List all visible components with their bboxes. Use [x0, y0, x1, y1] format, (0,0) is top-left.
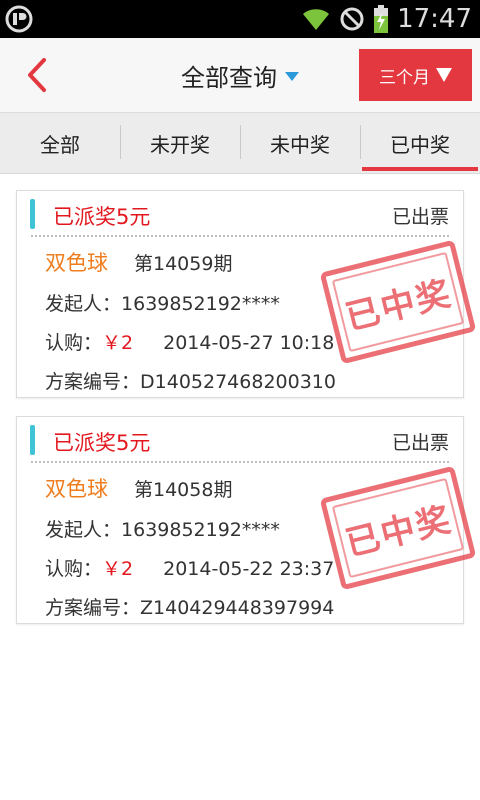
- award-status: 已派奖5元: [53, 431, 151, 455]
- divider: [31, 235, 449, 237]
- wifi-icon: [303, 9, 330, 31]
- notification-icon: [5, 5, 33, 33]
- initiator-label: 发起人：: [45, 293, 122, 315]
- ticket-status: 已出票: [391, 432, 449, 454]
- plan-number: Z140429448397994: [140, 597, 335, 619]
- purchase-label: 认购：: [45, 332, 103, 354]
- lottery-name: 双色球: [45, 477, 108, 501]
- tab-not-drawn[interactable]: 未开奖: [120, 113, 240, 173]
- initiator-value: 1639852192****: [121, 519, 280, 541]
- no-signal-icon: [340, 7, 364, 31]
- stamp-inner-border: [331, 251, 465, 353]
- tab-all[interactable]: 全部: [0, 113, 120, 173]
- plan-label: 方案编号：: [45, 371, 141, 393]
- purchase-row: 认购：￥2 2014-05-27 10:18: [45, 328, 334, 355]
- app-header: 全部查询 三个月: [0, 38, 480, 113]
- issue-number: 第14058期: [134, 479, 233, 501]
- plan-row: 方案编号：D140527468200310: [45, 367, 336, 394]
- card-indicator: [30, 199, 35, 229]
- tab-label: 未中奖: [270, 132, 330, 157]
- tab-label: 已中奖: [390, 132, 450, 157]
- tab-not-won[interactable]: 未中奖: [240, 113, 360, 173]
- status-bar: 17:47: [0, 0, 480, 38]
- purchase-datetime: 2014-05-27 10:18: [163, 332, 335, 354]
- clock: 17:47: [397, 4, 472, 34]
- plan-label: 方案编号：: [45, 597, 141, 619]
- time-range-label: 三个月: [379, 67, 430, 88]
- purchase-amount: ￥2: [102, 332, 134, 354]
- plan-row: 方案编号：Z140429448397994: [45, 593, 334, 620]
- purchase-row: 认购：￥2 2014-05-22 23:37: [45, 554, 334, 581]
- record-card[interactable]: 已派奖5元 已出票 双色球 第14059期 发起人：1639852192**** …: [16, 190, 477, 398]
- card-header: 已派奖5元 已出票: [17, 191, 463, 239]
- award-status: 已派奖5元: [53, 205, 151, 229]
- query-type-dropdown[interactable]: 全部查询: [181, 58, 299, 93]
- won-stamp: 已中奖: [319, 465, 477, 591]
- card-indicator: [30, 425, 35, 455]
- page-title: 全部查询: [181, 64, 277, 92]
- caret-down-icon: [285, 72, 299, 81]
- tab-label: 全部: [40, 132, 80, 157]
- lottery-row: 双色球 第14058期: [45, 473, 232, 503]
- initiator-row: 发起人：1639852192****: [45, 515, 280, 542]
- record-card[interactable]: 已派奖5元 已出票 双色球 第14058期 发起人：1639852192**** …: [16, 416, 477, 624]
- tab-label: 未开奖: [150, 132, 210, 157]
- purchase-label: 认购：: [45, 558, 103, 580]
- issue-number: 第14059期: [134, 253, 233, 275]
- lottery-row: 双色球 第14059期: [45, 247, 232, 277]
- triangle-down-icon: [436, 68, 452, 82]
- lottery-name: 双色球: [45, 251, 108, 275]
- initiator-row: 发起人：1639852192****: [45, 289, 280, 316]
- divider: [31, 461, 449, 463]
- card-header: 已派奖5元 已出票: [17, 417, 463, 465]
- tab-won[interactable]: 已中奖: [360, 113, 480, 173]
- stamp-inner-border: [331, 477, 465, 579]
- purchase-amount: ￥2: [102, 558, 134, 580]
- initiator-value: 1639852192****: [121, 293, 280, 315]
- plan-number: D140527468200310: [140, 371, 336, 393]
- won-stamp: 已中奖: [319, 239, 477, 365]
- ticket-status: 已出票: [391, 206, 449, 228]
- battery-charging-icon: [374, 5, 389, 33]
- filter-tabs: 全部 未开奖 未中奖 已中奖: [0, 113, 480, 174]
- time-range-button[interactable]: 三个月: [359, 49, 472, 101]
- purchase-datetime: 2014-05-22 23:37: [163, 558, 335, 580]
- initiator-label: 发起人：: [45, 519, 122, 541]
